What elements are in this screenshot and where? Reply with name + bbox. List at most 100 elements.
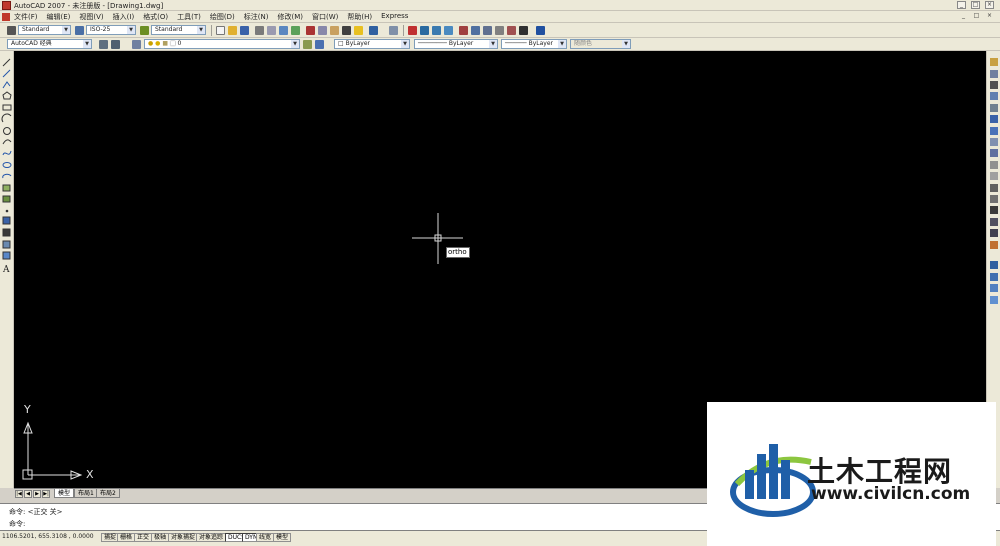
prev-tab-button[interactable]: ◀ — [24, 490, 32, 498]
move-icon[interactable] — [990, 115, 998, 123]
fillet-icon[interactable] — [990, 229, 998, 237]
pan-icon[interactable] — [408, 26, 417, 35]
cut-icon[interactable] — [306, 26, 315, 35]
menu-file[interactable]: 文件(F) — [14, 12, 38, 22]
properties-icon[interactable] — [459, 26, 468, 35]
doc-restore-button[interactable]: □ — [972, 12, 981, 21]
new-file-icon[interactable] — [216, 26, 225, 35]
menu-window[interactable]: 窗口(W) — [312, 12, 338, 22]
ellipse-icon[interactable] — [2, 162, 12, 168]
copy-object-icon[interactable] — [990, 70, 998, 78]
polygon-icon[interactable] — [2, 91, 12, 100]
paste-icon[interactable] — [330, 26, 339, 35]
rotate-icon[interactable] — [990, 127, 998, 135]
revision-cloud-icon[interactable] — [2, 139, 12, 145]
gradient-icon[interactable] — [2, 228, 11, 237]
arc-icon[interactable] — [1, 113, 12, 123]
last-tab-button[interactable]: ▶| — [42, 490, 50, 498]
polar-toggle[interactable]: 极轴 — [151, 533, 170, 542]
tab-model[interactable]: 模型 — [54, 489, 75, 498]
save-icon[interactable] — [240, 26, 249, 35]
line-icon[interactable] — [2, 58, 11, 67]
bring-to-front-icon[interactable] — [990, 273, 998, 281]
layer-select[interactable]: ● ● ■ ■ 0 ▼ — [144, 39, 300, 49]
polyline-icon[interactable] — [2, 81, 11, 89]
make-block-icon[interactable] — [2, 195, 11, 203]
menu-draw[interactable]: 绘图(D) — [210, 12, 235, 22]
color-select[interactable]: □ ByLayer ▼ — [334, 39, 410, 49]
make-current-layer-icon[interactable] — [303, 40, 312, 49]
help-icon[interactable] — [536, 26, 545, 35]
markup-icon[interactable] — [507, 26, 516, 35]
doc-minimize-button[interactable]: _ — [959, 12, 968, 21]
document-icon[interactable] — [2, 13, 10, 21]
first-tab-button[interactable]: |◀ — [15, 490, 23, 498]
design-center-icon[interactable] — [471, 26, 480, 35]
menu-modify[interactable]: 修改(M) — [277, 12, 303, 22]
workspace-select[interactable]: AutoCAD 经典 ▼ — [7, 39, 92, 49]
zoom-window-icon[interactable] — [432, 26, 441, 35]
3d-dwf-icon[interactable] — [291, 26, 300, 35]
erase-icon[interactable] — [990, 58, 998, 66]
insert-block-icon[interactable] — [2, 184, 11, 192]
menu-edit[interactable]: 编辑(E) — [47, 12, 71, 22]
menu-tools[interactable]: 工具(T) — [177, 12, 201, 22]
stretch-icon[interactable] — [990, 149, 998, 157]
copy-icon[interactable] — [318, 26, 327, 35]
print-preview-icon[interactable] — [267, 26, 276, 35]
region-icon[interactable] — [2, 240, 11, 249]
array-icon[interactable] — [990, 104, 998, 112]
command-prompt[interactable]: 命令: — [9, 519, 25, 529]
join-icon[interactable] — [990, 206, 998, 214]
explode-icon[interactable] — [990, 241, 998, 249]
dynamic-input-tooltip[interactable]: ortho — [446, 247, 470, 258]
break-icon[interactable] — [990, 195, 998, 203]
table-style-select[interactable]: Standard ▼ — [151, 25, 206, 35]
multiline-text-icon[interactable]: A — [2, 265, 10, 275]
extend-icon[interactable] — [990, 172, 998, 180]
linetype-select[interactable]: ──────── ByLayer ▼ — [414, 39, 498, 49]
redo-icon[interactable] — [389, 26, 398, 35]
lineweight-toggle[interactable]: 线宽 — [256, 533, 275, 542]
chamfer-icon[interactable] — [990, 218, 998, 226]
trim-icon[interactable] — [990, 161, 998, 169]
minimize-button[interactable]: _ — [957, 1, 966, 9]
draw-order-icon[interactable] — [990, 261, 998, 269]
spline-icon[interactable] — [2, 150, 12, 156]
otrack-toggle[interactable]: 对象追踪 — [196, 533, 227, 542]
sheet-set-icon[interactable] — [495, 26, 504, 35]
publish-icon[interactable] — [279, 26, 288, 35]
next-tab-button[interactable]: ▶ — [33, 490, 41, 498]
layer-manager-icon[interactable] — [132, 40, 141, 49]
grid-toggle[interactable]: 栅格 — [117, 533, 136, 542]
block-editor-icon[interactable] — [354, 26, 363, 35]
rectangle-icon[interactable] — [2, 104, 12, 111]
print-icon[interactable] — [255, 26, 264, 35]
menu-format[interactable]: 格式(O) — [143, 12, 168, 22]
menu-insert[interactable]: 插入(I) — [113, 12, 135, 22]
open-folder-icon[interactable] — [228, 26, 237, 35]
scale-icon[interactable] — [990, 138, 998, 146]
point-icon[interactable] — [5, 209, 9, 213]
table-icon[interactable] — [2, 251, 11, 260]
plotstyle-select[interactable]: 随颜色 ▼ — [570, 39, 631, 49]
calculator-icon[interactable] — [519, 26, 528, 35]
ortho-toggle[interactable]: 正交 — [134, 533, 153, 542]
my-workspace-icon[interactable] — [111, 40, 120, 49]
table-style-icon[interactable] — [140, 26, 149, 35]
lineweight-select[interactable]: ────── ByLayer ▼ — [501, 39, 567, 49]
menu-dimension[interactable]: 标注(N) — [244, 12, 269, 22]
tab-layout1[interactable]: 布局1 — [74, 489, 98, 498]
tool-palettes-icon[interactable] — [483, 26, 492, 35]
autocad-app-icon[interactable] — [2, 1, 11, 10]
doc-close-button[interactable]: × — [985, 12, 994, 21]
offset-icon[interactable] — [990, 92, 998, 100]
maximize-button[interactable]: □ — [971, 1, 980, 9]
ellipse-arc-icon[interactable] — [2, 173, 12, 179]
break-at-point-icon[interactable] — [990, 184, 998, 192]
osnap-toggle[interactable]: 对象捕捉 — [168, 533, 199, 542]
match-properties-icon[interactable] — [342, 26, 351, 35]
dim-style-icon[interactable] — [75, 26, 84, 35]
close-button[interactable]: × — [985, 1, 994, 9]
menu-express[interactable]: Express — [381, 12, 408, 22]
